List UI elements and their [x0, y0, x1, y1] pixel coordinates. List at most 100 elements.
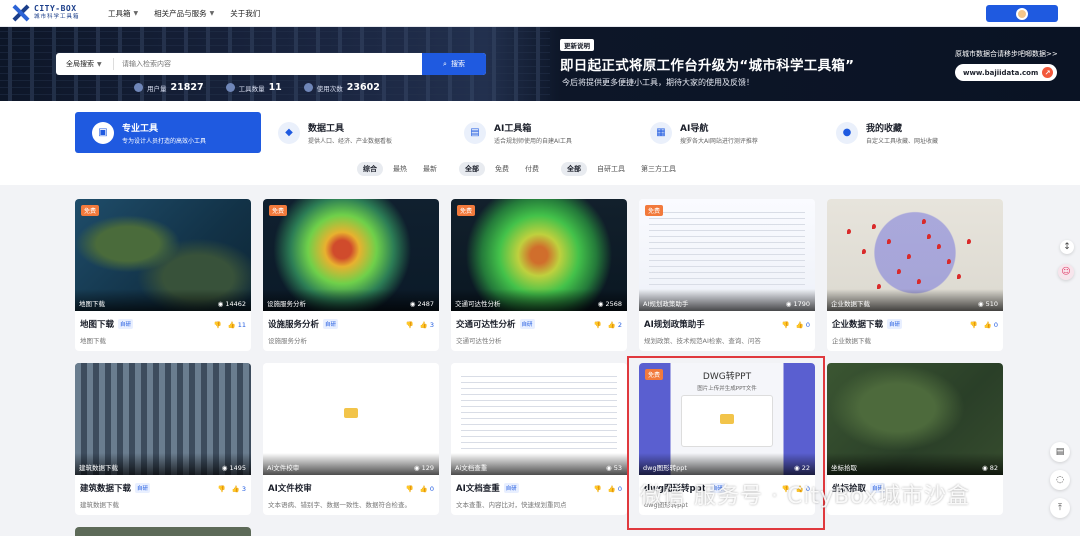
filter-chip[interactable]: 付费	[519, 162, 545, 176]
side-scroll-icon[interactable]: ↕	[1060, 240, 1074, 254]
announcement-subtitle: 今后将提供更多便捷小工具，期待大家的使用及反馈！	[562, 78, 754, 87]
tool-card[interactable]: 免费 AI规划政策助手 ◉ 1790 AI规划政策助手 规划政策、技术规范AI检…	[639, 199, 815, 351]
thumbs-up-icon[interactable]: 👍 11	[228, 321, 246, 329]
map-pin-icon	[937, 244, 941, 249]
self-developed-tag: 自研	[887, 319, 903, 329]
tool-card[interactable]: 免费 交通可达性分析 ◉ 2568 交通可达性分析 自研 交通可达性分析 👎 👍 2	[451, 199, 627, 351]
chevron-down-icon: ▼	[97, 60, 102, 68]
view-count-value: 82	[989, 464, 998, 472]
thumbnail-label: 建筑数据下载	[79, 464, 118, 472]
search-icon: ⌕	[443, 59, 447, 68]
filter-chip[interactable]: 最新	[417, 162, 443, 176]
thumbnail-label: 地图下载	[79, 300, 105, 308]
like-count: 0	[805, 321, 810, 329]
thumbs-down-icon[interactable]: 👎	[970, 321, 978, 329]
search-button[interactable]: ⌕ 搜索	[422, 53, 486, 75]
filter-group-1: 全部 免费 付费	[459, 162, 545, 176]
tool-card[interactable]: Ai文件校审 ◉ 129 AI文件校审 文本语病、错别字、数据一致性、数据符合检…	[263, 363, 439, 515]
thumbs-up-icon[interactable]: 👍 2	[608, 321, 622, 329]
thumbs-up-icon[interactable]: 👍 3	[232, 485, 246, 493]
like-count: 11	[237, 321, 246, 329]
chat-icon[interactable]: ◌	[1050, 470, 1070, 490]
view-count: ◉ 510	[977, 300, 998, 308]
thumbnail-label: Ai文件校审	[267, 464, 300, 472]
stat-value: 11	[268, 82, 282, 93]
tool-card[interactable]: 免费 设施服务分析 ◉ 2487 设施服务分析 自研 设施服务分析 👎 👍 3	[263, 199, 439, 351]
thumbs-up-icon[interactable]: 👍 0	[984, 321, 998, 329]
document-preview	[461, 375, 617, 449]
tool-title-text: AI规划政策助手	[644, 320, 705, 330]
tool-card[interactable]: 建筑数据下载 ◉ 1495 建筑数据下载 自研 建筑数据下载 👎 👍 3	[75, 363, 251, 515]
tool-card[interactable]: 企业数据下载 ◉ 510 企业数据下载 自研 企业数据下载 👎 👍 0	[827, 199, 1003, 351]
top-navbar: CITY-BOX 城市科学工具箱 工具箱 ▼ 相关产品与服务 ▼ 关于我们	[0, 0, 1080, 27]
logo-text-cn: 城市科学工具箱	[34, 14, 80, 20]
tool-card[interactable]: Ai文档查重 ◉ 53 AI文档查重 自研 文本查重、内容比对，快速规划重同点 👎 👍…	[451, 363, 627, 515]
nav-item-toolbox[interactable]: 工具箱 ▼	[108, 8, 138, 19]
thumbs-down-icon[interactable]: 👎	[213, 321, 221, 329]
tool-card[interactable]: 免费 地图下载 ◉ 14462 地图下载 自研 地图下载 👎 👍 11	[75, 199, 251, 351]
stats-row: 用户量 21827 工具数量 11 使用次数 23602	[134, 82, 380, 93]
thumbs-down-icon[interactable]: 👎	[594, 321, 602, 329]
map-pin-icon	[872, 224, 876, 229]
filter-chip[interactable]: 第三方工具	[635, 162, 682, 176]
thumbnail-label: Ai文档查重	[455, 464, 488, 472]
tool-card-partial[interactable]	[75, 527, 251, 536]
thumbs-up-icon[interactable]: 👍 0	[420, 485, 434, 493]
user-account-button[interactable]	[986, 5, 1058, 22]
category-tab-1[interactable]: ◆ 数据工具 提供人口、经济、产业数据看板	[261, 112, 447, 153]
thumbs-up-icon[interactable]: 👍 3	[420, 321, 434, 329]
like-count: 0	[617, 485, 622, 493]
tool-description: 地图下载	[80, 337, 106, 345]
filter-chip[interactable]: 全部	[561, 162, 587, 176]
thumbs-up-icon[interactable]: 👍 0	[608, 485, 622, 493]
nav-item-products[interactable]: 相关产品与服务 ▼	[154, 8, 214, 19]
vote-area: 👎 👍 3	[218, 485, 246, 493]
thumbs-down-icon[interactable]: 👎	[594, 485, 602, 493]
search-input[interactable]	[114, 60, 422, 68]
like-count: 0	[429, 485, 434, 493]
chevron-down-icon: ▼	[133, 9, 139, 17]
tool-thumbnail: 免费 交通可达性分析 ◉ 2568	[451, 199, 627, 311]
external-site-link[interactable]: www.bajiidata.com ↗	[955, 64, 1057, 81]
assistant-icon[interactable]: ☺	[1058, 264, 1074, 280]
category-desc: 提供人口、经济、产业数据看板	[308, 137, 393, 145]
logo[interactable]: CITY-BOX 城市科学工具箱	[12, 4, 92, 22]
search-button-label: 搜索	[450, 60, 465, 68]
view-count-value: 2487	[417, 300, 434, 308]
tool-thumbnail: Ai文档查重 ◉ 53	[451, 363, 627, 475]
thumbs-up-icon[interactable]: 👍 0	[796, 321, 810, 329]
vote-area: 👎 👍 0	[594, 485, 622, 493]
map-pin-icon	[907, 254, 911, 259]
category-name: AI导航	[680, 123, 709, 134]
document-icon[interactable]: ▤	[1050, 442, 1070, 462]
tool-description: 设施服务分析	[268, 337, 307, 345]
filter-chip[interactable]: 最热	[387, 162, 413, 176]
filter-chip[interactable]: 自研工具	[591, 162, 631, 176]
filter-chip[interactable]: 免费	[489, 162, 515, 176]
thumbs-down-icon[interactable]: 👎	[406, 321, 414, 329]
category-tab-4[interactable]: ● 我的收藏 自定义工具收藏、网址收藏	[819, 112, 1005, 153]
users-icon	[134, 83, 143, 92]
thumbs-down-icon[interactable]: 👎	[406, 485, 414, 493]
tool-title-text: 企业数据下载	[832, 320, 884, 330]
search-scope-select[interactable]: 全局搜索 ▼	[56, 58, 114, 70]
free-badge: 免费	[457, 205, 476, 216]
thumbs-down-icon[interactable]: 👎	[218, 485, 226, 493]
old-site-notice[interactable]: 原城市数据合请移步吧唧数据>>	[955, 49, 1058, 59]
back-to-top-icon[interactable]: ⤒	[1050, 498, 1070, 518]
category-tab-2[interactable]: ▤ AI工具箱 适合规划师使用的自建AI工具	[447, 112, 633, 153]
view-count-value: 129	[421, 464, 434, 472]
thumbs-down-icon[interactable]: 👎	[782, 321, 790, 329]
category-name: 数据工具	[308, 123, 345, 134]
map-pin-icon	[947, 259, 951, 264]
filter-chip[interactable]: 全部	[459, 162, 485, 176]
nav-item-about[interactable]: 关于我们	[230, 8, 260, 19]
like-count: 3	[429, 321, 434, 329]
view-count-value: 14462	[225, 300, 246, 308]
category-tab-3[interactable]: ▦ AI导航 搜罗各大AI网站进行测评推荐	[633, 112, 819, 153]
like-count: 2	[617, 321, 622, 329]
filter-bar: 综合 最热 最新 全部 免费 付费 全部 自研工具 第三方工具	[357, 162, 698, 176]
category-tab-0[interactable]: ▣ 专业工具 专为设计人员打造的高效小工具	[75, 112, 261, 153]
filter-chip[interactable]: 综合	[357, 162, 383, 176]
map-pin-icon	[887, 239, 891, 244]
